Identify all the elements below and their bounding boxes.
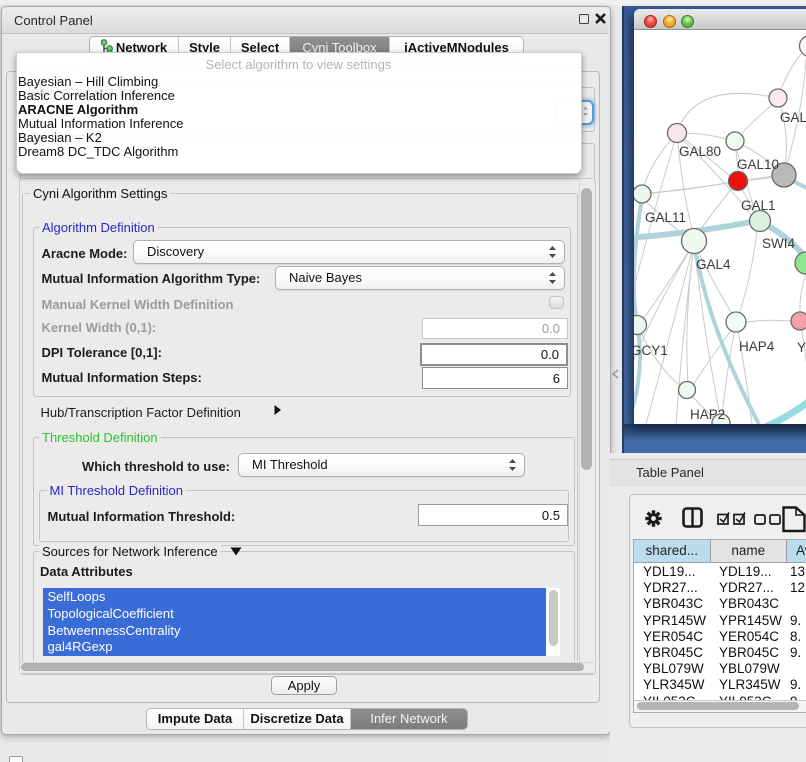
svg-text:GAL7: GAL7 bbox=[780, 110, 806, 125]
svg-text:GAL11: GAL11 bbox=[645, 210, 686, 225]
svg-text:GCY1: GCY1 bbox=[634, 343, 668, 358]
svg-text:GAL10: GAL10 bbox=[737, 157, 779, 172]
svg-text:GAL80: GAL80 bbox=[679, 144, 721, 159]
svg-text:GAL4: GAL4 bbox=[696, 257, 731, 272]
svg-text:YJ: YJ bbox=[797, 340, 806, 355]
svg-text:HAP2: HAP2 bbox=[690, 407, 725, 422]
svg-text:SWI4: SWI4 bbox=[762, 236, 795, 251]
svg-text:HAP4: HAP4 bbox=[739, 339, 775, 354]
svg-text:GAL1: GAL1 bbox=[741, 198, 776, 213]
